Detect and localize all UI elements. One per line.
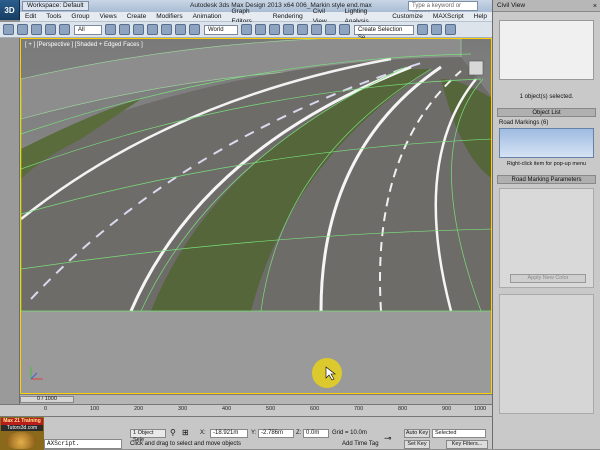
status-bar: Max 21 Training Tutors3d.com AXScript. 1… (0, 416, 492, 450)
menu-tools[interactable]: Tools (41, 12, 66, 22)
apply-new-color-button[interactable]: Apply New Color (510, 274, 586, 283)
object-selection-list[interactable] (499, 20, 594, 80)
manipulate-icon[interactable] (255, 24, 266, 35)
scale-icon[interactable] (189, 24, 200, 35)
edit-named-selection-icon[interactable] (339, 24, 350, 35)
x-coord-input[interactable]: -18.921m (210, 429, 248, 438)
menu-modifiers[interactable]: Modifiers (151, 12, 187, 22)
right-click-hint: Right-click item for pop-up menu (506, 161, 587, 167)
road-markings-list[interactable] (499, 128, 594, 158)
track-tick: 300 (178, 406, 188, 412)
civil-view-title: Civil View × (493, 0, 600, 12)
absolute-mode-icon[interactable]: ⊞ (182, 428, 189, 437)
app-logo[interactable]: 3D (0, 0, 20, 20)
menu-create[interactable]: Create (122, 12, 152, 22)
key-filters-button[interactable]: Key Filters... (446, 440, 488, 449)
menu-edit[interactable]: Edit (20, 12, 41, 22)
move-icon[interactable] (161, 24, 172, 35)
menu-animation[interactable]: Animation (188, 12, 227, 22)
menu-help[interactable]: Help (469, 12, 492, 22)
z-coord-input[interactable]: 0.0m (303, 429, 329, 438)
select-by-name-icon[interactable] (119, 24, 130, 35)
bind-space-warp-icon[interactable] (59, 24, 70, 35)
rotate-icon[interactable] (175, 24, 186, 35)
logo-mascot-icon (6, 432, 36, 449)
track-tick: 900 (442, 406, 452, 412)
viewport-left-strip (0, 38, 20, 404)
watermark-logo: Max 21 Training Tutors3d.com (0, 417, 44, 450)
viewport-label[interactable]: [ + ] [Perspective ] [Shaded + Edged Fac… (25, 42, 143, 48)
lock-selection-icon[interactable]: ⚲ (170, 428, 176, 437)
mirror-icon[interactable] (417, 24, 428, 35)
track-tick: 700 (354, 406, 364, 412)
align-icon[interactable] (431, 24, 442, 35)
logo-title: Max 21 Training (1, 418, 43, 425)
panel-lower-area (499, 294, 594, 414)
select-object-icon[interactable] (105, 24, 116, 35)
percent-snap-icon[interactable] (311, 24, 322, 35)
object-list-rollout[interactable]: Object List (497, 108, 596, 117)
set-key-icon[interactable]: ⊸ (384, 433, 392, 444)
track-tick: 100 (90, 406, 100, 412)
close-icon[interactable]: × (593, 1, 597, 13)
rectangle-selection-icon[interactable] (133, 24, 144, 35)
menu-bar: Edit Tools Group Views Create Modifiers … (20, 8, 492, 25)
key-mode-dropdown[interactable]: Selected (432, 429, 486, 438)
link-icon[interactable] (31, 24, 42, 35)
z-coord-label: Z: (296, 430, 302, 436)
pivot-center-icon[interactable] (241, 24, 252, 35)
selection-count-field: 1 Object Sele (130, 429, 166, 443)
road-marking-parameters-rollout[interactable]: Road Marking Parameters (497, 175, 596, 184)
set-key-button[interactable]: Set Key (404, 440, 430, 449)
y-coord-input[interactable]: -2.786m (258, 429, 294, 438)
viewcube-icon[interactable] (468, 60, 484, 76)
menu-rendering[interactable]: Rendering (268, 12, 308, 22)
y-coord-label: Y: (251, 430, 257, 436)
spinner-snap-icon[interactable] (325, 24, 336, 35)
redo-icon[interactable] (17, 24, 28, 35)
snaps-toggle-icon[interactable] (283, 24, 294, 35)
track-bar[interactable]: 0 100 200 300 400 500 600 700 800 900 10… (0, 404, 492, 416)
main-toolbar: All World Create Selection Se (0, 22, 492, 41)
undo-icon[interactable] (3, 24, 14, 35)
ground-plane (21, 311, 491, 393)
road-marking-parameters-area: Apply New Color (499, 188, 594, 288)
menu-group[interactable]: Group (66, 12, 94, 22)
selection-filter-dropdown[interactable]: All (74, 24, 102, 35)
add-time-tag-button[interactable]: Add Time Tag (332, 441, 379, 447)
track-tick: 500 (266, 406, 276, 412)
menu-maxscript[interactable]: MAXScript (428, 12, 469, 22)
perspective-viewport[interactable]: [ + ] [Perspective ] [Shaded + Edged Fac… (20, 38, 492, 394)
prompt-line: Click and drag to select and move object… (130, 441, 242, 447)
named-selection-set-input[interactable]: Create Selection Se (354, 24, 414, 41)
viewport-scene (21, 39, 491, 393)
menu-views[interactable]: Views (94, 12, 121, 22)
time-slider[interactable]: 0 / 1000 (20, 394, 492, 404)
auto-key-button[interactable]: Auto Key (404, 429, 430, 438)
grid-size-label: Grid = 10.0m (332, 430, 367, 436)
objects-selected-label: 1 object(s) selected. (519, 94, 574, 100)
window-crossing-icon[interactable] (147, 24, 158, 35)
workspace-selector[interactable]: Workspace: Default (22, 1, 89, 11)
track-tick: 0 (44, 406, 48, 412)
track-tick: 1000 (474, 406, 487, 412)
civil-view-title-text: Civil View (497, 2, 526, 9)
unlink-icon[interactable] (45, 24, 56, 35)
civil-view-panel: Civil View × 1 object(s) selected. Objec… (492, 0, 600, 449)
reference-coord-dropdown[interactable]: World (204, 24, 238, 35)
track-tick: 200 (134, 406, 144, 412)
road-markings-label: Road Markings (6) (499, 120, 549, 126)
maxscript-listener-input[interactable]: AXScript. (44, 439, 122, 449)
x-coord-label: X: (200, 430, 206, 436)
menu-customize[interactable]: Customize (387, 12, 428, 22)
layer-manager-icon[interactable] (445, 24, 456, 35)
time-slider-thumb[interactable]: 0 / 1000 (20, 396, 74, 403)
search-input[interactable]: Type a keyword or phrase (408, 1, 478, 17)
keyboard-shortcut-icon[interactable] (269, 24, 280, 35)
track-tick: 400 (222, 406, 232, 412)
angle-snap-icon[interactable] (297, 24, 308, 35)
track-tick: 800 (398, 406, 408, 412)
track-tick: 600 (310, 406, 320, 412)
logo-subtitle: Tutors3d.com (1, 425, 43, 431)
